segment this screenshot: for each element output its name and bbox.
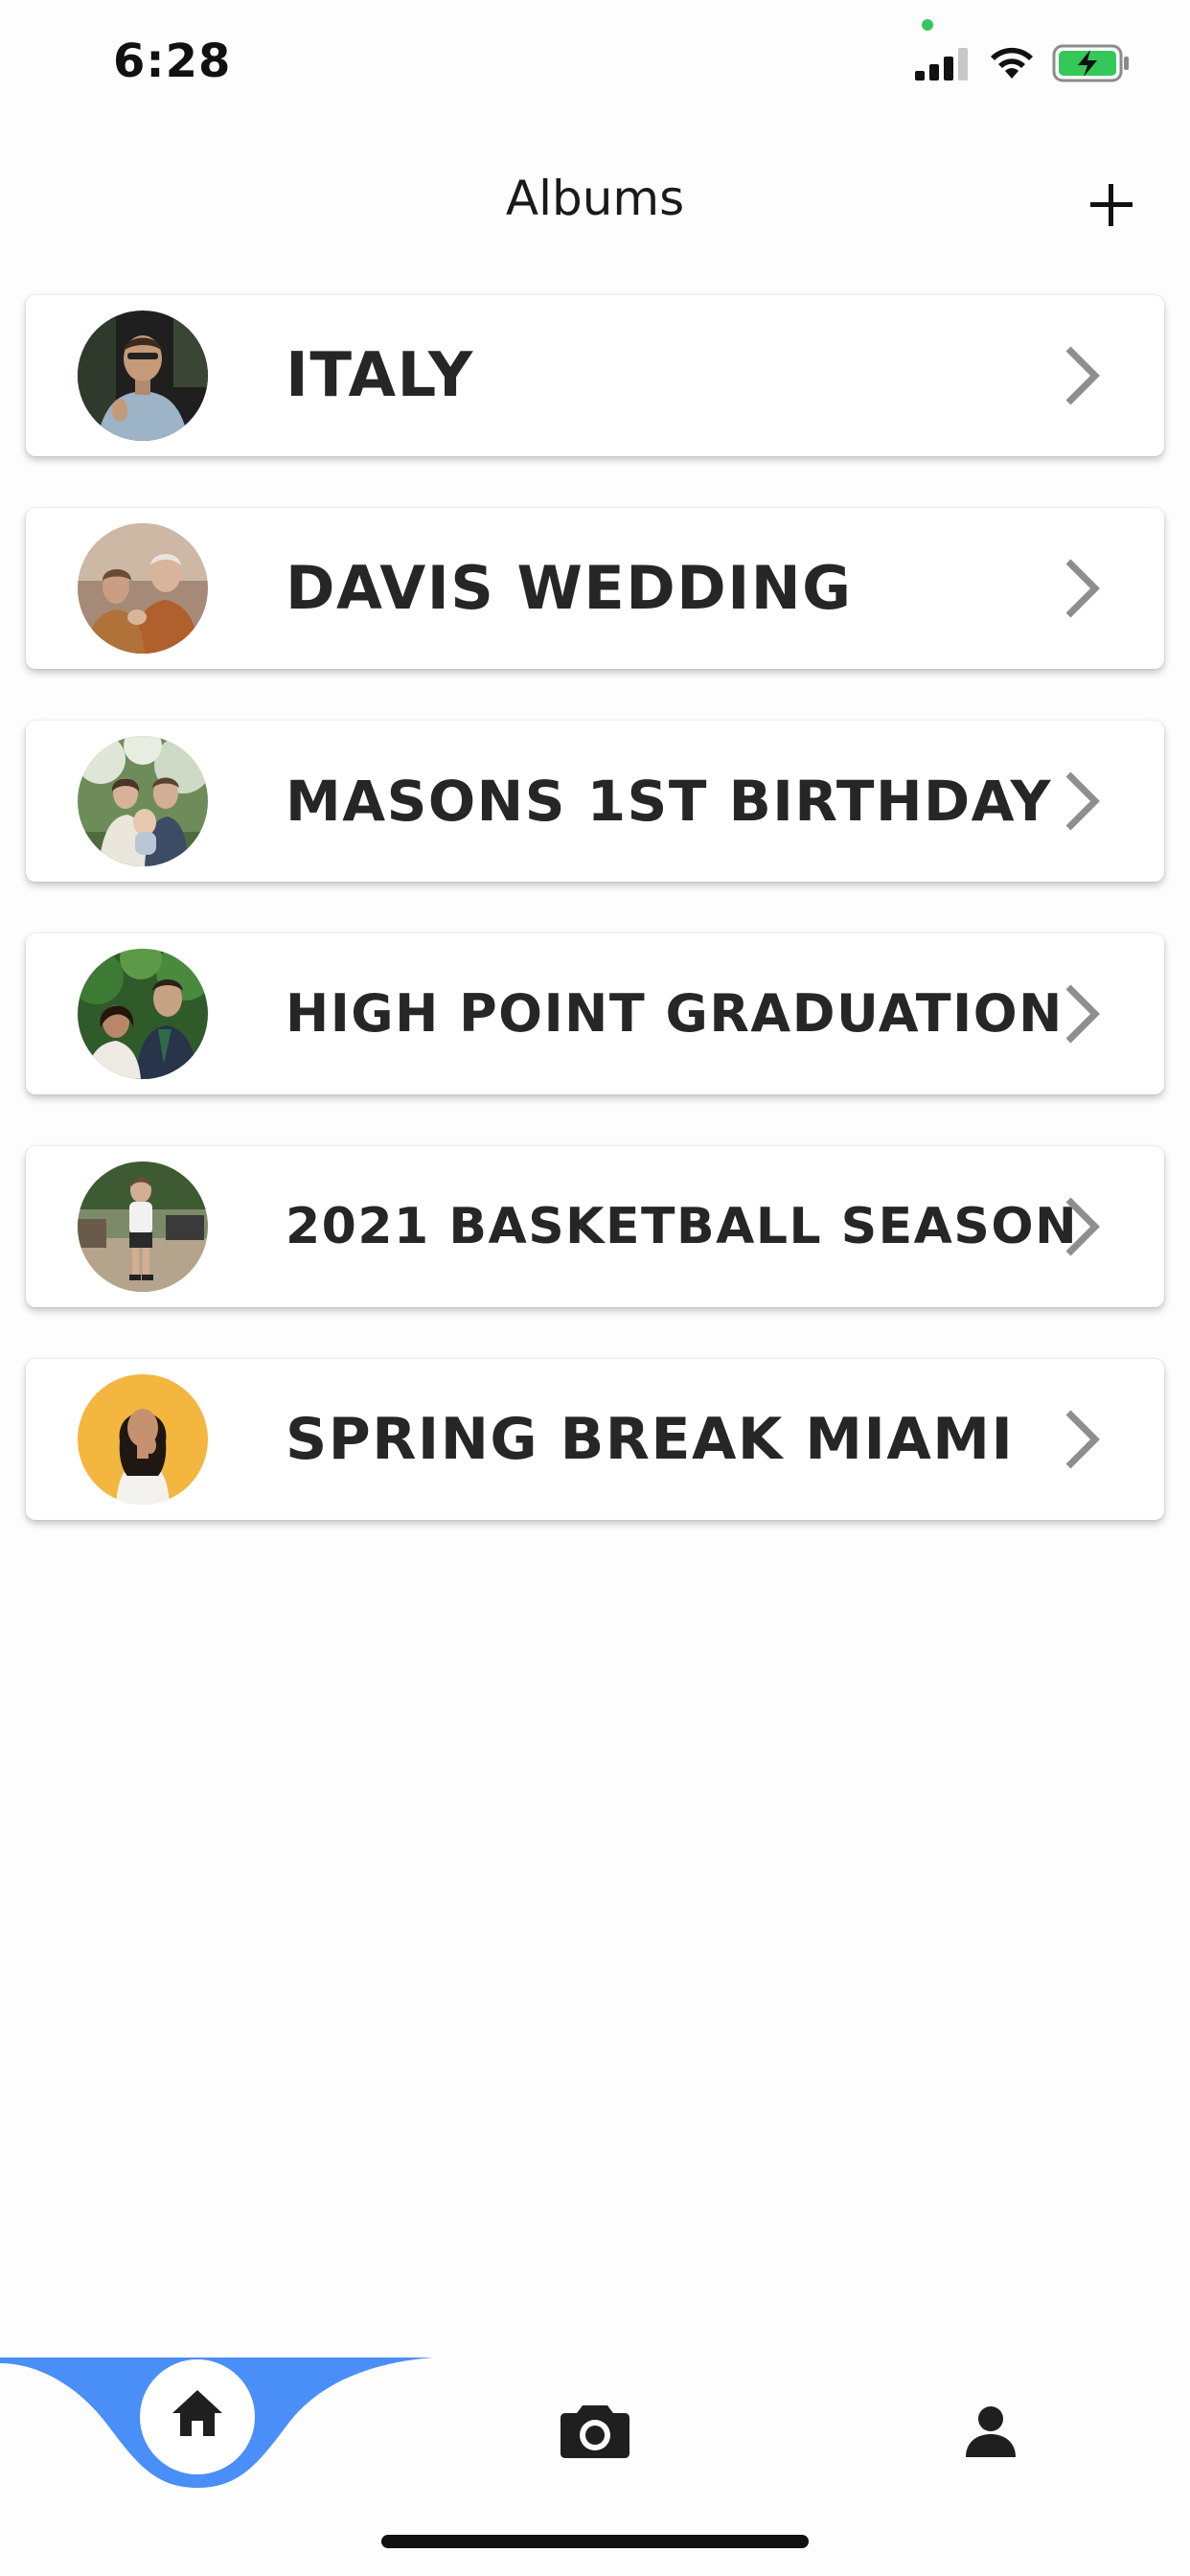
album-thumbnail (78, 310, 208, 441)
album-thumbnail (78, 949, 208, 1079)
album-item-2021-basketball-season[interactable]: 2021 BASKETBALL SEASON (26, 1146, 1164, 1307)
album-title: DAVIS WEDDING (286, 553, 853, 623)
album-title: 2021 BASKETBALL SEASON (286, 1198, 1079, 1255)
chevron-right-icon (1065, 984, 1100, 1044)
chevron-right-icon (1065, 346, 1100, 405)
nav-home-button[interactable] (140, 2359, 255, 2474)
chevron-right-icon (1065, 1197, 1100, 1256)
signal-icon (915, 48, 968, 80)
nav-camera-button[interactable] (560, 2404, 630, 2463)
album-title: ITALY (286, 340, 474, 411)
camera-icon (561, 2405, 629, 2458)
album-item-davis-wedding[interactable]: DAVIS WEDDING (26, 508, 1164, 669)
albums-screen: 6:28 Albums ITALY DAVIS WEDDING MASONS 1… (0, 0, 1190, 2576)
album-thumbnail (78, 1162, 208, 1292)
album-item-italy[interactable]: ITALY (26, 295, 1164, 456)
album-item-spring-break-miami[interactable]: SPRING BREAK MIAMI (26, 1359, 1164, 1520)
plus-icon (1090, 184, 1133, 226)
album-item-masons-1st-birthday[interactable]: MASONS 1ST BIRTHDAY (26, 721, 1164, 882)
chevron-right-icon (1065, 559, 1100, 618)
album-title: SPRING BREAK MIAMI (286, 1406, 1015, 1473)
album-title: MASONS 1ST BIRTHDAY (286, 769, 1053, 834)
status-bar: 6:28 (0, 0, 1190, 134)
wifi-icon (991, 47, 1033, 79)
chevron-right-icon (1065, 771, 1100, 831)
status-time: 6:28 (113, 34, 232, 88)
header: Albums (0, 163, 1190, 240)
album-thumbnail (78, 736, 208, 866)
page-title: Albums (505, 171, 685, 226)
album-thumbnail (78, 523, 208, 654)
album-list: ITALY DAVIS WEDDING MASONS 1ST BIRTHDAY … (26, 295, 1164, 1572)
album-thumbnail (78, 1374, 208, 1505)
home-icon (172, 2390, 222, 2436)
home-indicator (381, 2535, 809, 2548)
add-album-button[interactable] (1083, 176, 1140, 234)
privacy-indicator-dot (922, 19, 933, 31)
profile-icon (966, 2406, 1016, 2457)
album-item-high-point-graduation[interactable]: HIGH POINT GRADUATION (26, 933, 1164, 1094)
battery-charging-icon (1052, 44, 1129, 82)
chevron-right-icon (1065, 1410, 1100, 1469)
album-title: HIGH POINT GRADUATION (286, 983, 1064, 1044)
nav-profile-button[interactable] (964, 2405, 1018, 2461)
